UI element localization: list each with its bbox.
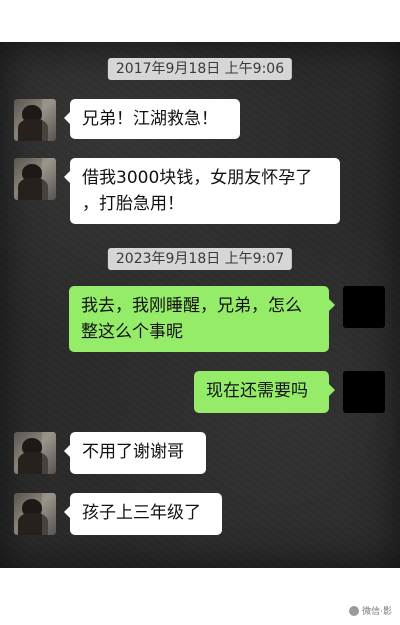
watermark: 微信·影: [349, 604, 392, 617]
platform-logo-icon: [349, 605, 360, 616]
message-text: 现在还需要吗: [206, 381, 308, 401]
message-text-line: 我去，我刚睡醒，兄弟，怎么: [81, 296, 302, 316]
message-text-line: 借我3000块钱，女朋友怀孕了: [82, 168, 313, 188]
message-bubble-incoming[interactable]: 借我3000块钱，女朋友怀孕了 ，打胎急用！: [64, 158, 340, 224]
message-text: 不用了谢谢哥: [82, 442, 184, 462]
message-bubble-incoming[interactable]: 兄弟！江湖救急！: [64, 99, 240, 139]
message-text-line: ，打胎急用！: [82, 194, 184, 214]
message-bubble-incoming[interactable]: 不用了谢谢哥: [64, 432, 206, 474]
message-bubble-incoming[interactable]: 孩子上三年级了: [64, 493, 222, 535]
message-text: 孩子上三年级了: [82, 503, 201, 523]
message-text: 兄弟！江湖救急！: [82, 109, 218, 129]
self-avatar[interactable]: [343, 371, 385, 413]
message-text-line: 整这么个事昵: [81, 322, 183, 342]
watermark-text: 微信·影: [362, 607, 392, 617]
message-bubble-outgoing[interactable]: 现在还需要吗: [194, 371, 335, 413]
self-avatar[interactable]: [343, 286, 385, 328]
message-bubble-outgoing[interactable]: 我去，我刚睡醒，兄弟，怎么 整这么个事昵: [69, 286, 335, 352]
chat-window: 2017年9月18日 上午9:06 兄弟！江湖救急！ 借我3000块钱，女朋友怀…: [0, 42, 400, 568]
contact-avatar[interactable]: [14, 99, 56, 141]
timestamp: 2023年9月18日 上午9:07: [107, 248, 293, 270]
contact-avatar[interactable]: [14, 432, 56, 474]
timestamp: 2017年9月18日 上午9:06: [107, 58, 293, 80]
contact-avatar[interactable]: [14, 493, 56, 535]
contact-avatar[interactable]: [14, 158, 56, 200]
